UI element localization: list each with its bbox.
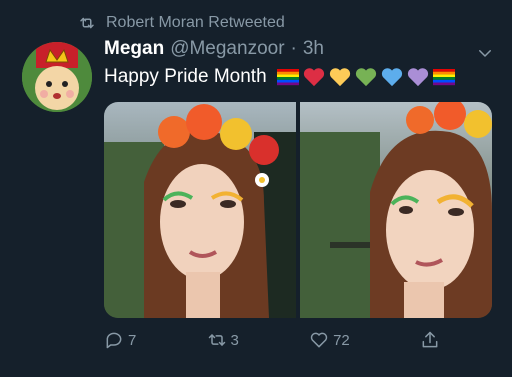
tweet-card[interactable]: Robert Moran Retweeted Megan @Meganzoor … (0, 0, 512, 377)
tweet-text: Happy Pride Month (104, 66, 455, 88)
retweet-count: 3 (230, 331, 239, 349)
retweet-icon (80, 17, 94, 29)
retweet-button[interactable]: 3 (207, 330, 239, 350)
emoji-row (276, 67, 455, 87)
share-icon (422, 331, 438, 348)
avatar[interactable] (22, 42, 92, 112)
rainbow-flag-icon (432, 69, 455, 86)
chevron-down-icon[interactable] (476, 44, 494, 62)
timestamp[interactable]: 3h (303, 38, 324, 60)
user-handle[interactable]: @Meganzoor (170, 38, 284, 60)
blue-heart-icon (381, 68, 402, 87)
tweet-body: Happy Pride Month (104, 66, 267, 87)
photo-left[interactable] (104, 102, 296, 318)
retweet-context-text[interactable]: Robert Moran Retweeted (106, 14, 285, 32)
share-button[interactable] (420, 330, 444, 350)
reply-count: 7 (128, 331, 137, 349)
tweet-header: Megan @Meganzoor · 3h (104, 38, 324, 60)
heart-icon (310, 332, 328, 348)
reply-button[interactable]: 7 (104, 330, 136, 350)
retweet-context: Robert Moran Retweeted (78, 14, 285, 32)
rainbow-flag-icon (276, 69, 299, 86)
like-count: 72 (333, 331, 350, 349)
retweet-icon (208, 334, 225, 346)
like-button[interactable]: 72 (309, 330, 350, 350)
media-grid (104, 102, 492, 318)
red-heart-icon (303, 68, 324, 87)
yellow-heart-icon (329, 68, 350, 87)
reply-icon (106, 332, 122, 349)
photo-right[interactable] (300, 102, 492, 318)
green-heart-icon (355, 68, 376, 87)
tweet-actions: 7 3 72 (104, 330, 444, 350)
separator: · (290, 38, 297, 59)
display-name[interactable]: Megan (104, 38, 164, 60)
purple-heart-icon (407, 68, 428, 87)
